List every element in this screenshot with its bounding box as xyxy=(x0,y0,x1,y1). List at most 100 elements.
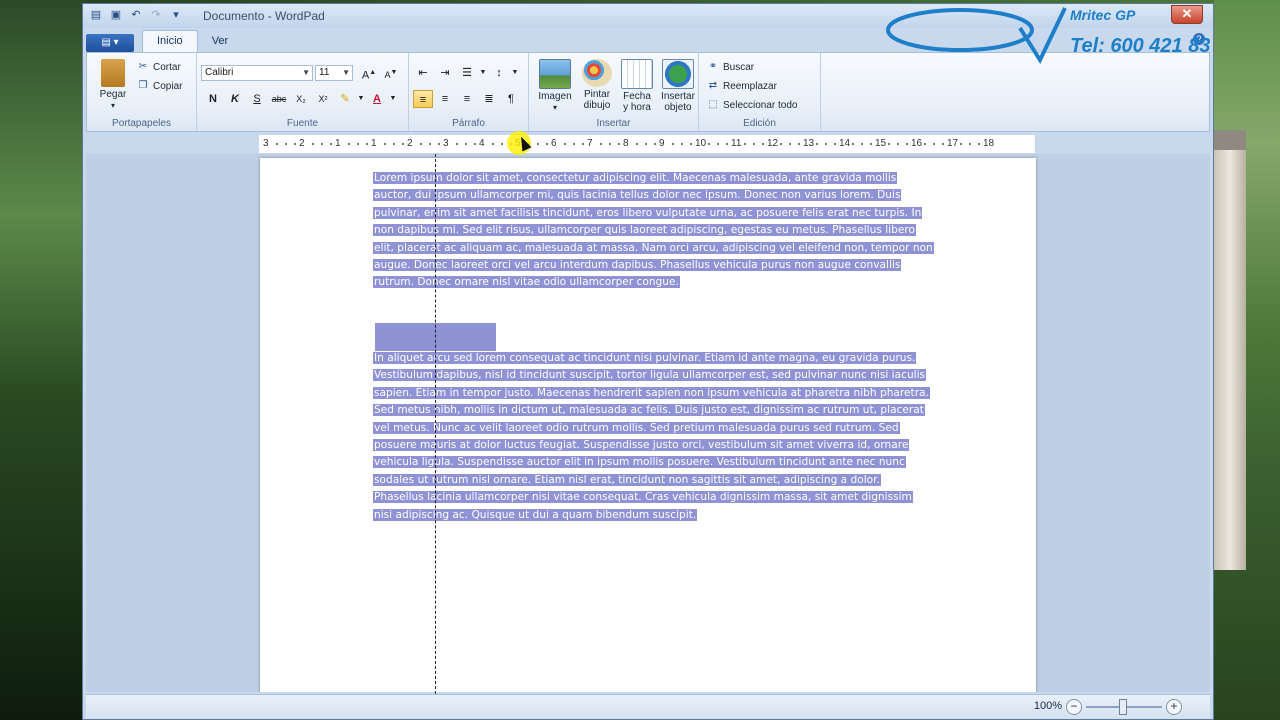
increase-indent-icon[interactable]: ⇥ xyxy=(435,64,455,82)
bullets-icon[interactable]: ☰ xyxy=(457,64,477,82)
document-area: Lorem ipsum dolor sit amet, consectetur … xyxy=(86,154,1210,692)
redo-icon[interactable]: ↷ xyxy=(149,8,163,22)
ruler-tick xyxy=(429,143,431,145)
justify-icon[interactable]: ≣ xyxy=(479,90,499,108)
ruler-tick xyxy=(753,143,755,145)
window-title: Documento - WordPad xyxy=(203,9,325,23)
save-icon[interactable]: ▣ xyxy=(109,8,123,22)
chevron-down-icon: ▼ xyxy=(342,68,350,77)
ruler-tick xyxy=(906,143,908,145)
selected-text: Lorem ipsum dolor sit amet, consectetur … xyxy=(373,172,934,289)
ruler-number: 12 xyxy=(767,138,779,149)
zoom-slider-thumb[interactable] xyxy=(1119,699,1127,715)
ruler-tick xyxy=(330,143,332,145)
paint-drawing-button[interactable]: Pintar dibujo xyxy=(577,59,617,111)
paragraph-indent-row: ⇤ ⇥ ☰ ▼ ↕ ▼ xyxy=(413,64,519,82)
ruler-tick xyxy=(321,143,323,145)
ruler-tick xyxy=(618,143,620,145)
ruler[interactable]: 321123456789101112131415161718 xyxy=(259,134,1035,154)
ruler-tick xyxy=(456,143,458,145)
align-left-icon[interactable]: ≡ xyxy=(413,90,433,108)
wordpad-app-icon[interactable]: ▤ xyxy=(89,8,103,22)
copy-button[interactable]: ❐ Copiar xyxy=(137,80,183,92)
superscript-button[interactable]: X² xyxy=(313,90,333,108)
insert-group-label: Insertar xyxy=(596,118,631,129)
font-group: Calibri ▼ 11 ▼ A▲ A▼ N K S abc X₂ X² ✎ ▼… xyxy=(197,53,409,131)
grow-font-icon[interactable]: A▲ xyxy=(359,64,379,82)
insert-object-button[interactable]: Insertar objeto xyxy=(657,59,699,113)
ribbon: Pegar ▾ ✂ Cortar ❐ Copiar Portapapeles C… xyxy=(86,33,1210,132)
app-menu-button[interactable]: ▤ ▾ xyxy=(86,34,134,52)
zoom-out-icon[interactable]: − xyxy=(1066,699,1082,715)
ruler-number: 3 xyxy=(443,138,449,149)
ruler-tick xyxy=(609,143,611,145)
close-button[interactable]: ✕ xyxy=(1171,5,1203,24)
ruler-tick xyxy=(438,143,440,145)
align-center-icon[interactable]: ≡ xyxy=(435,90,455,108)
subscript-button[interactable]: X₂ xyxy=(291,90,311,108)
paragraph-2[interactable]: In aliquet arcu sed lorem consequat ac t… xyxy=(373,350,933,524)
select-all-button[interactable]: ⬚ Seleccionar todo xyxy=(707,99,798,111)
font-size-value: 11 xyxy=(319,67,330,78)
decrease-indent-icon[interactable]: ⇤ xyxy=(413,64,433,82)
bold-button[interactable]: N xyxy=(203,90,223,108)
tab-ver[interactable]: Ver xyxy=(198,31,243,52)
ruler-tick xyxy=(762,143,764,145)
object-label-2: objeto xyxy=(664,102,692,113)
ruler-tick xyxy=(726,143,728,145)
clipboard-group: Pegar ▾ ✂ Cortar ❐ Copiar Portapapeles xyxy=(87,53,197,131)
help-icon[interactable]: ? xyxy=(1193,33,1205,45)
highlight-color-icon[interactable]: ✎ xyxy=(335,90,355,108)
align-right-icon[interactable]: ≡ xyxy=(457,90,477,108)
customize-qat-icon[interactable]: ▾ xyxy=(169,8,183,22)
paint-label-2: dibujo xyxy=(583,100,611,111)
font-family-combo[interactable]: Calibri ▼ xyxy=(201,65,313,81)
date-time-button[interactable]: Fecha y hora xyxy=(617,59,657,113)
tower xyxy=(1214,150,1246,570)
indent-guide-line xyxy=(435,154,436,694)
ruler-tick xyxy=(564,143,566,145)
zoom-in-icon[interactable]: + xyxy=(1166,699,1182,715)
selected-text: In aliquet arcu sed lorem consequat ac t… xyxy=(373,352,930,521)
document-page[interactable]: Lorem ipsum dolor sit amet, consectetur … xyxy=(260,158,1036,692)
undo-icon[interactable]: ↶ xyxy=(129,8,143,22)
cut-button[interactable]: ✂ Cortar xyxy=(137,61,181,73)
replace-icon: ⇄ xyxy=(708,80,718,91)
find-button[interactable]: ⚭ Buscar xyxy=(707,61,754,73)
paragraph-settings-icon[interactable]: ¶ xyxy=(501,90,521,108)
ruler-tick xyxy=(798,143,800,145)
object-label-1: Insertar xyxy=(661,91,695,102)
ruler-tick xyxy=(465,143,467,145)
strikethrough-button[interactable]: abc xyxy=(269,90,289,108)
chevron-down-icon[interactable]: ▼ xyxy=(357,90,365,108)
paste-button[interactable]: Pegar ▾ xyxy=(95,59,131,111)
paste-dropdown-icon[interactable]: ▾ xyxy=(95,100,131,111)
ruler-tick xyxy=(942,143,944,145)
line-spacing-icon[interactable]: ↕ xyxy=(489,64,509,82)
ruler-tick xyxy=(546,143,548,145)
image-button[interactable]: Imagen ▾ xyxy=(535,59,575,113)
clipboard-group-label: Portapapeles xyxy=(112,118,171,129)
chevron-down-icon[interactable]: ▼ xyxy=(479,64,487,82)
chevron-down-icon[interactable]: ▼ xyxy=(511,64,519,82)
chevron-down-icon[interactable]: ▼ xyxy=(389,90,397,108)
binoculars-icon: ⚭ xyxy=(708,61,718,72)
underline-button[interactable]: S xyxy=(247,90,267,108)
ruler-number: 7 xyxy=(587,138,593,149)
shrink-font-icon[interactable]: A▼ xyxy=(381,64,401,82)
italic-button[interactable]: K xyxy=(225,90,245,108)
ruler-tick xyxy=(834,143,836,145)
select-all-icon: ⬚ xyxy=(708,99,718,110)
font-size-combo[interactable]: 11 ▼ xyxy=(315,65,353,81)
font-color-icon[interactable]: A xyxy=(367,90,387,108)
ruler-tick xyxy=(888,143,890,145)
replace-button[interactable]: ⇄ Reemplazar xyxy=(707,80,777,92)
tab-inicio[interactable]: Inicio xyxy=(142,30,198,52)
select-all-label: Seleccionar todo xyxy=(723,99,798,111)
ruler-tick xyxy=(366,143,368,145)
ruler-number: 15 xyxy=(875,138,887,149)
ruler-number: 14 xyxy=(839,138,851,149)
ruler-number: 18 xyxy=(983,138,995,149)
ruler-tick xyxy=(402,143,404,145)
paragraph-1[interactable]: Lorem ipsum dolor sit amet, consectetur … xyxy=(373,170,934,292)
